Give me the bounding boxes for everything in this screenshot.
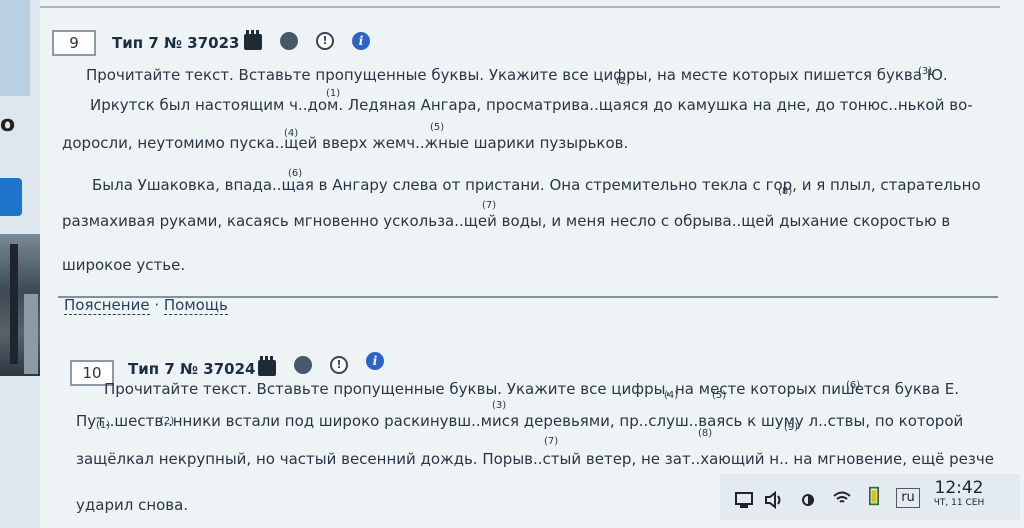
task10-mark-6: (6) [846, 380, 861, 391]
task-separator [58, 296, 998, 298]
clock-time: 12:42 [934, 478, 984, 498]
clock[interactable]: 12:42 ЧТ, 11 СЕН [926, 478, 992, 508]
task9-mark-7: (7) [482, 200, 497, 211]
left-panel-letter: о [0, 112, 16, 137]
info-icon[interactable]: i [366, 352, 384, 370]
link-separator: · [154, 296, 160, 314]
task9-mark-8: (8) [778, 186, 793, 197]
explain-link[interactable]: Пояснение [64, 296, 150, 315]
warning-icon[interactable]: ! [316, 32, 334, 50]
left-panel-top [0, 0, 30, 96]
task10-mark-5: (5) [712, 390, 727, 401]
brightness-icon[interactable] [798, 490, 818, 510]
top-divider [40, 6, 1000, 8]
network-icon[interactable] [734, 490, 754, 510]
warning-icon[interactable]: ! [330, 356, 348, 374]
task9-line-6: широкое устье. [62, 256, 186, 274]
task9-mark-5: (5) [430, 122, 445, 133]
left-panel-thumbnail [0, 234, 40, 376]
task9-line-1: Прочитайте текст. Вставьте пропущенные б… [86, 66, 948, 84]
task10-mark-9: (9) [784, 422, 799, 433]
help-link[interactable]: Помощь [163, 296, 228, 315]
task10-line-4: ударил снова. [76, 496, 189, 514]
info-icon[interactable]: i [352, 32, 370, 50]
task9-mark-3: (3) [918, 66, 933, 77]
video-icon[interactable] [244, 30, 262, 50]
task9-line-5: размахивая руками, касаясь мгновенно уск… [62, 212, 951, 230]
task10-mark-4: (4) [664, 390, 679, 401]
status-dot-icon[interactable] [294, 356, 312, 374]
task10-mark-3: (3) [492, 400, 507, 411]
volume-icon[interactable] [764, 490, 784, 510]
video-icon[interactable] [258, 356, 276, 376]
task9-links: Пояснение · Помощь [64, 296, 228, 315]
task9-header: Тип 7 № 37023 [112, 34, 240, 52]
task9-mark-2: (2) [616, 76, 631, 87]
left-panel-button[interactable] [0, 178, 22, 216]
battery-icon[interactable] [864, 486, 884, 506]
task9-number: 9 [52, 30, 96, 56]
task10-mark-7: (7) [544, 436, 559, 447]
task9-line-2: Иркутск был настоящим ч..дом. Ледяная Ан… [90, 96, 973, 114]
task10-header: Тип 7 № 37024 [128, 360, 256, 378]
clock-date: ЧТ, 11 СЕН [933, 498, 985, 508]
task9-line-3: доросли, неутомимо пуска..щей вверх жемч… [62, 134, 629, 152]
task10-line-3: защёлкал некрупный, но частый весенний д… [76, 450, 994, 468]
task9-line-4: Была Ушаковка, впада..щая в Ангару слева… [92, 176, 981, 194]
language-indicator[interactable]: ru [896, 488, 920, 508]
task10-line-1: Прочитайте текст. Вставьте пропущенные б… [104, 380, 959, 398]
task10-line-2: Пут..шеств..нники встали под широко раск… [76, 412, 964, 430]
wifi-icon[interactable] [832, 488, 852, 508]
task10-mark-8: (8) [698, 428, 713, 439]
status-dot-icon[interactable] [280, 32, 298, 50]
